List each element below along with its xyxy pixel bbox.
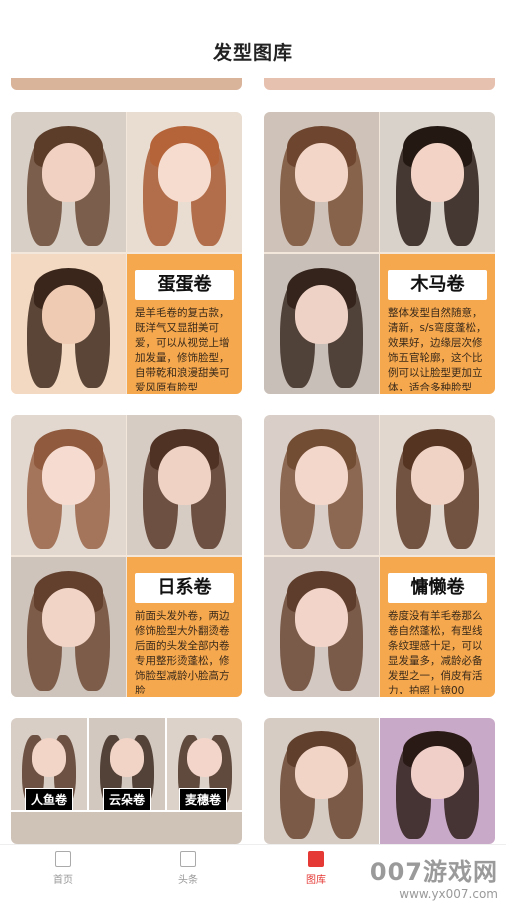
home-icon xyxy=(55,851,71,867)
hairstyle-card-5[interactable]: 人鱼卷 云朵卷 麦穗卷 xyxy=(11,718,242,844)
tab-label: 头条 xyxy=(178,875,198,886)
style-description: 整体发型自然随意，清新，s/s弯度蓬松，效果好，边缘层次修饰五官轮廓，这个比例可… xyxy=(388,307,487,391)
hair-photo xyxy=(380,112,495,252)
style-description: 是羊毛卷的复古款，既洋气又显甜美可爱，可以从视觉上增加发量，修饰脸型，自带乾和浪… xyxy=(135,307,230,391)
card-stub-left xyxy=(11,78,242,90)
style-name: 木马卷 xyxy=(388,270,487,300)
hairstyle-card-4[interactable]: 慵懒卷 卷度没有羊毛卷那么卷自然蓬松，有型线条纹理感十足，可以显发量多，减龄必备… xyxy=(264,415,495,697)
app-header: 发型图库 xyxy=(0,0,506,80)
tab-news[interactable]: 头条 xyxy=(158,851,218,886)
style-description: 卷度没有羊毛卷那么卷自然蓬松，有型线条纹理感十足，可以显发量多，减龄必备发型之一… xyxy=(388,610,483,694)
watermark-title: 007游戏网 xyxy=(369,858,498,886)
hair-photo xyxy=(264,718,379,844)
hair-photo xyxy=(11,415,126,555)
hair-photo xyxy=(127,112,242,252)
style-label: 人鱼卷 xyxy=(25,788,74,811)
hairstyle-card-6[interactable] xyxy=(264,718,495,844)
hair-photo xyxy=(11,557,126,697)
tab-gallery[interactable]: 图库 xyxy=(286,851,346,886)
style-name: 蛋蛋卷 xyxy=(135,270,234,300)
watermark: 007游戏网 www.yx007.com xyxy=(370,852,498,901)
style-text-panel: 木马卷 整体发型自然随意，清新，s/s弯度蓬松，效果好，边缘层次修饰五官轮廓，这… xyxy=(380,254,495,394)
hairstyle-card-1[interactable]: 蛋蛋卷 是羊毛卷的复古款，既洋气又显甜美可爱，可以从视觉上增加发量，修饰脸型，自… xyxy=(11,112,242,394)
style-text-panel: 慵懒卷 卷度没有羊毛卷那么卷自然蓬松，有型线条纹理感十足，可以显发量多，减龄必备… xyxy=(380,557,495,697)
hair-photo xyxy=(127,415,242,555)
style-text-panel: 日系卷 前面头发外卷，两边修饰脸型大外翻烫卷后面的头发全部内卷专用整形烫蓬松，修… xyxy=(127,557,242,697)
hair-photo xyxy=(11,112,126,252)
page-title: 发型图库 xyxy=(212,42,293,64)
gallery-icon xyxy=(308,851,324,867)
style-name: 日系卷 xyxy=(135,573,234,603)
style-label: 麦穗卷 xyxy=(179,788,228,811)
style-name: 慵懒卷 xyxy=(388,573,487,603)
hair-photo xyxy=(264,557,379,697)
card-stub-right xyxy=(264,78,495,90)
hair-photo xyxy=(264,415,379,555)
style-text-panel: 蛋蛋卷 是羊毛卷的复古款，既洋气又显甜美可爱，可以从视觉上增加发量，修饰脸型，自… xyxy=(127,254,242,394)
watermark-url: www.yx007.com xyxy=(399,887,498,901)
news-icon xyxy=(180,851,196,867)
hair-photo xyxy=(264,112,379,252)
hair-photo xyxy=(380,415,495,555)
tab-label: 首页 xyxy=(53,875,73,886)
hairstyle-card-2[interactable]: 木马卷 整体发型自然随意，清新，s/s弯度蓬松，效果好，边缘层次修饰五官轮廓，这… xyxy=(264,112,495,394)
hairstyle-card-3[interactable]: 日系卷 前面头发外卷，两边修饰脸型大外翻烫卷后面的头发全部内卷专用整形烫蓬松，修… xyxy=(11,415,242,697)
tab-label: 图库 xyxy=(306,875,326,886)
hair-photo xyxy=(11,812,242,844)
hair-photo xyxy=(264,254,379,394)
tab-home[interactable]: 首页 xyxy=(33,851,93,886)
hair-photo xyxy=(11,254,126,394)
hair-photo xyxy=(380,718,495,844)
style-description: 前面头发外卷，两边修饰脸型大外翻烫卷后面的头发全部内卷专用整形烫蓬松，修饰脸型减… xyxy=(135,610,230,694)
style-label: 云朵卷 xyxy=(103,788,152,811)
